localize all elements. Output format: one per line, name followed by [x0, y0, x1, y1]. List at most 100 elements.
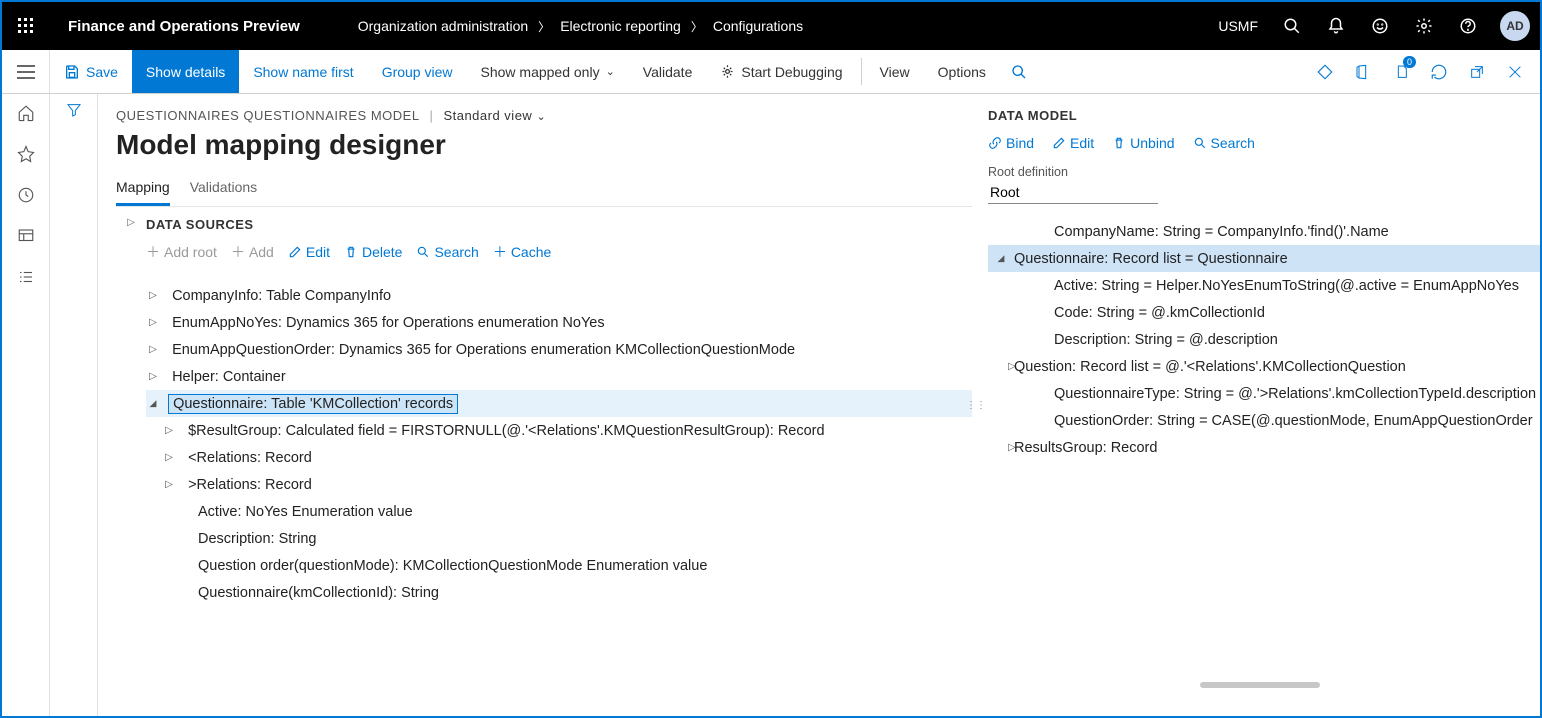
- data-sources-header: DATA SOURCES: [146, 217, 972, 232]
- toolbar-search-icon[interactable]: [1000, 50, 1038, 94]
- home-icon[interactable]: [17, 104, 35, 127]
- tree-item[interactable]: EnumAppNoYes: Dynamics 365 for Operation…: [146, 309, 972, 336]
- tree-item[interactable]: Question: Record list = @.'<Relations'.K…: [988, 353, 1540, 380]
- view-dropdown[interactable]: Standard view ⌄: [443, 108, 546, 123]
- tree-item-selected[interactable]: Questionnaire: Record list = Questionnai…: [988, 245, 1540, 272]
- app-launcher-icon[interactable]: [2, 2, 50, 50]
- tree-item[interactable]: Questionnaire(kmCollectionId): String: [146, 579, 972, 606]
- splitter[interactable]: ⋮⋮: [972, 94, 980, 716]
- tree-item-selected[interactable]: Questionnaire: Table 'KMCollection' reco…: [146, 390, 972, 417]
- add-root-button[interactable]: ＋Add root: [146, 242, 217, 262]
- unbind-button[interactable]: Unbind: [1112, 135, 1174, 151]
- start-debugging-button[interactable]: Start Debugging: [706, 50, 856, 93]
- options-menu[interactable]: Options: [924, 50, 1000, 93]
- content: QUESTIONNAIRES QUESTIONNAIRES MODEL | St…: [98, 94, 1540, 716]
- tree-item[interactable]: Helper: Container: [146, 363, 972, 390]
- view-menu[interactable]: View: [866, 50, 924, 93]
- bind-button[interactable]: Bind: [988, 135, 1034, 151]
- search-button[interactable]: Search: [416, 244, 478, 260]
- breadcrumb-item[interactable]: Electronic reporting: [560, 18, 681, 34]
- tree-item[interactable]: CompanyName: String = CompanyInfo.'find(…: [988, 218, 1540, 245]
- data-sources-tree: CompanyInfo: Table CompanyInfo EnumAppNo…: [146, 282, 972, 606]
- validate-button[interactable]: Validate: [629, 50, 707, 93]
- chevron-right-icon[interactable]: [146, 344, 160, 355]
- tree-item[interactable]: Question order(questionMode): KMCollecti…: [146, 552, 972, 579]
- data-sources-actions: ＋Add root ＋Add Edit Delete Search ＋Cache: [146, 242, 972, 262]
- tree-item[interactable]: Code: String = @.kmCollectionId: [988, 299, 1540, 326]
- popup-icon[interactable]: [1458, 50, 1496, 94]
- scrollbar[interactable]: [1200, 682, 1320, 688]
- filter-icon[interactable]: [66, 102, 82, 716]
- tab-mapping[interactable]: Mapping: [116, 179, 170, 206]
- data-model-actions: Bind Edit Unbind Search: [988, 135, 1540, 151]
- chevron-right-icon: 〉: [691, 18, 703, 35]
- avatar[interactable]: AD: [1500, 11, 1530, 41]
- right-pane: DATA MODEL Bind Edit Unbind Search Root …: [980, 94, 1540, 716]
- chevron-right-icon[interactable]: [146, 371, 160, 382]
- chevron-down-icon[interactable]: [146, 398, 160, 409]
- tree-item[interactable]: >Relations: Record: [146, 471, 972, 498]
- help-icon[interactable]: [1446, 2, 1490, 50]
- tree-item[interactable]: <Relations: Record: [146, 444, 972, 471]
- modules-icon[interactable]: [17, 268, 35, 291]
- star-icon[interactable]: [17, 145, 35, 168]
- add-button[interactable]: ＋Add: [231, 242, 274, 262]
- company-code[interactable]: USMF: [1206, 18, 1270, 34]
- refresh-icon[interactable]: [1420, 50, 1458, 94]
- workspace-icon[interactable]: [17, 227, 35, 250]
- chevron-right-icon[interactable]: [162, 425, 176, 436]
- tree-item[interactable]: CompanyInfo: Table CompanyInfo: [146, 282, 972, 309]
- group-view-button[interactable]: Group view: [368, 50, 467, 93]
- tree-item[interactable]: ResultsGroup: Record: [988, 434, 1540, 461]
- chevron-down-icon[interactable]: [994, 253, 1008, 264]
- office-icon[interactable]: [1344, 50, 1382, 94]
- show-mapped-only-dropdown[interactable]: Show mapped only⌄: [467, 50, 629, 93]
- chevron-right-icon[interactable]: [162, 479, 176, 490]
- tab-validations[interactable]: Validations: [190, 179, 257, 206]
- save-button[interactable]: Save: [50, 50, 132, 93]
- tree-item[interactable]: Active: String = Helper.NoYesEnumToStrin…: [988, 272, 1540, 299]
- diamond-icon[interactable]: [1306, 50, 1344, 94]
- tree-item[interactable]: QuestionOrder: String = CASE(@.questionM…: [988, 407, 1540, 434]
- cache-button[interactable]: ＋Cache: [493, 242, 551, 262]
- smiley-icon[interactable]: [1358, 2, 1402, 50]
- app-title: Finance and Operations Preview: [50, 18, 318, 35]
- chevron-right-icon[interactable]: [146, 290, 160, 301]
- save-label: Save: [86, 64, 118, 80]
- context-path: QUESTIONNAIRES QUESTIONNAIRES MODEL: [116, 108, 420, 123]
- clock-icon[interactable]: [17, 186, 35, 209]
- tree-item[interactable]: Description: String: [146, 525, 972, 552]
- show-name-first-button[interactable]: Show name first: [239, 50, 367, 93]
- tree-item[interactable]: EnumAppQuestionOrder: Dynamics 365 for O…: [146, 336, 972, 363]
- edit-button[interactable]: Edit: [1052, 135, 1094, 151]
- hamburger-icon[interactable]: [2, 50, 50, 93]
- tree-item[interactable]: QuestionnaireType: String = @.'>Relation…: [988, 380, 1540, 407]
- gear-icon[interactable]: [1402, 2, 1446, 50]
- data-model-header: DATA MODEL: [988, 108, 1540, 123]
- chevron-right-icon: 〉: [538, 18, 550, 35]
- tree-item[interactable]: $ResultGroup: Calculated field = FIRSTOR…: [146, 417, 972, 444]
- tree-item[interactable]: Description: String = @.description: [988, 326, 1540, 353]
- chevron-right-icon[interactable]: [162, 452, 176, 463]
- breadcrumb-item[interactable]: Configurations: [713, 18, 803, 34]
- collapse-toggle[interactable]: [116, 211, 146, 606]
- tree-item[interactable]: Active: NoYes Enumeration value: [146, 498, 972, 525]
- delete-button[interactable]: Delete: [344, 244, 402, 260]
- chevron-down-icon: ⌄: [536, 111, 546, 123]
- edit-button[interactable]: Edit: [288, 244, 330, 260]
- chevron-right-icon[interactable]: [146, 317, 160, 328]
- search-icon[interactable]: [1270, 2, 1314, 50]
- left-pane: QUESTIONNAIRES QUESTIONNAIRES MODEL | St…: [98, 94, 972, 716]
- show-details-button[interactable]: Show details: [132, 50, 239, 93]
- search-button[interactable]: Search: [1193, 135, 1255, 151]
- toolbar: Save Show details Show name first Group …: [2, 50, 1540, 94]
- data-model-tree: CompanyName: String = CompanyInfo.'find(…: [988, 218, 1540, 461]
- root-definition-input[interactable]: [988, 181, 1158, 204]
- attachments-icon[interactable]: 0: [1382, 50, 1420, 94]
- tabs: Mapping Validations: [116, 179, 972, 207]
- main: QUESTIONNAIRES QUESTIONNAIRES MODEL | St…: [2, 94, 1540, 716]
- close-icon[interactable]: [1496, 50, 1534, 94]
- toolbar-right: 0: [1306, 50, 1540, 93]
- breadcrumb-item[interactable]: Organization administration: [358, 18, 528, 34]
- bell-icon[interactable]: [1314, 2, 1358, 50]
